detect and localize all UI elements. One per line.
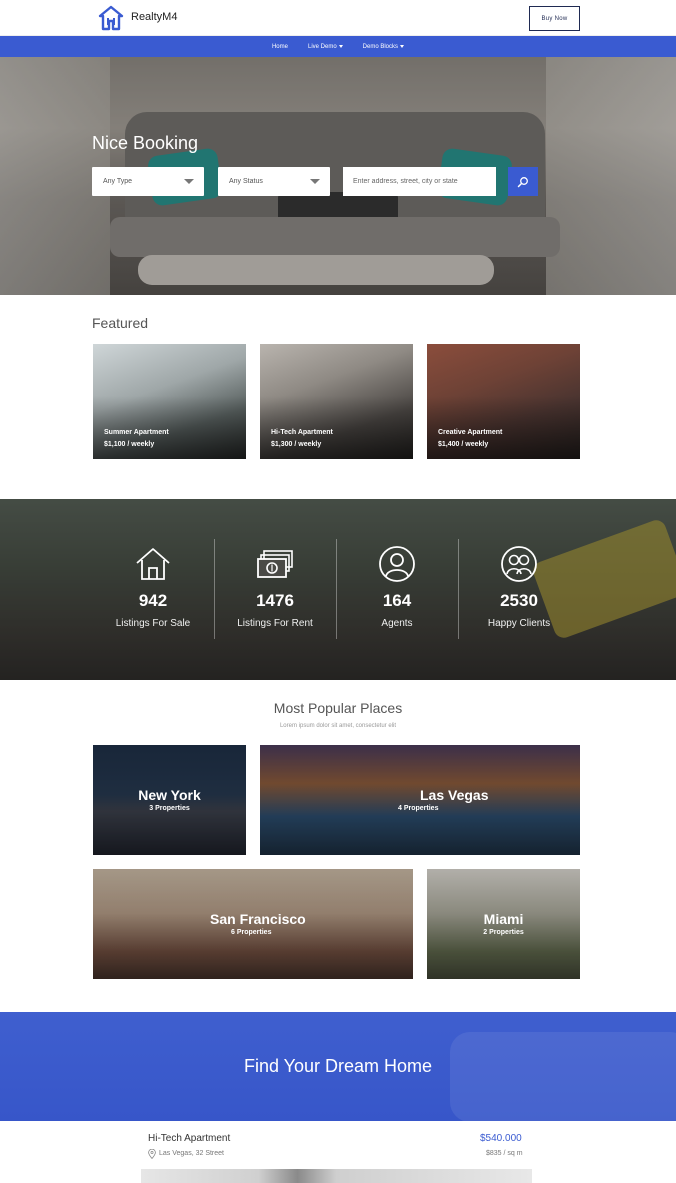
brand-name[interactable]: RealtyM4 [131, 11, 177, 23]
dropdown-arrow-icon [184, 179, 194, 184]
place-las-vegas[interactable]: Las Vegas 4 Properties [260, 745, 580, 855]
agent-icon [379, 546, 415, 582]
nav-item-live-demo[interactable]: Live Demo [308, 44, 343, 50]
nav-item-home[interactable]: Home [272, 44, 288, 50]
place-count: 2 Properties [483, 929, 524, 936]
search-icon [517, 176, 528, 187]
stat-agents: 164 Agents [336, 499, 458, 680]
nav-label: Demo Blocks [362, 43, 399, 50]
card-title: Hi-Tech Apartment [271, 429, 333, 436]
card-price: $1,100 / weekly [104, 441, 155, 448]
place-name: New York [138, 787, 201, 803]
nav-label: Home [271, 43, 288, 50]
status-select-value: Any Status [229, 178, 263, 185]
stats-section: 942 Listings For Sale 1476 Listings For … [0, 499, 676, 680]
card-price: $1,300 / weekly [271, 441, 322, 448]
listing-address: Las Vegas, 32 Street [159, 1150, 224, 1157]
main-nav: Home Live Demo Demo Blocks [0, 36, 676, 57]
stat-label: Listings For Rent [237, 618, 313, 629]
stat-value: 942 [138, 591, 168, 610]
stat-value: 164 [382, 591, 412, 610]
stat-label: Happy Clients [487, 618, 551, 629]
buy-now-button[interactable]: Buy Now [529, 6, 580, 31]
place-miami[interactable]: Miami 2 Properties [427, 869, 580, 979]
place-count: 3 Properties [149, 805, 190, 812]
status-select[interactable]: Any Status [218, 167, 330, 196]
nav-item-demo-blocks[interactable]: Demo Blocks [362, 43, 405, 50]
clients-icon [501, 546, 537, 582]
caret-down-icon [400, 45, 405, 48]
popular-subtitle: Lorem ipsum dolor sit amet, consectetur … [279, 723, 397, 729]
house-logo-icon[interactable] [98, 5, 124, 31]
search-button[interactable] [508, 167, 538, 196]
hero-title: Nice Booking [92, 133, 199, 153]
featured-card-hitech[interactable]: Hi-Tech Apartment $1,300 / weekly [260, 344, 413, 459]
place-name: San Francisco [210, 911, 306, 927]
dream-home-banner: Find Your Dream Home [0, 1012, 676, 1121]
card-price: $1,400 / weekly [438, 441, 489, 448]
money-icon [257, 550, 293, 578]
place-count: 4 Properties [398, 805, 439, 812]
featured-card-creative[interactable]: Creative Apartment $1,400 / weekly [427, 344, 580, 459]
listing-name[interactable]: Hi-Tech Apartment [148, 1133, 230, 1144]
stat-listings-sale: 942 Listings For Sale [92, 499, 214, 680]
listing-unit-price: $835 / sq m [486, 1150, 523, 1157]
caret-down-icon [338, 45, 343, 48]
card-title: Summer Apartment [104, 429, 169, 436]
top-header: RealtyM4 Buy Now [0, 0, 676, 36]
card-title: Creative Apartment [438, 429, 503, 436]
stat-label: Listings For Sale [115, 618, 191, 629]
house-icon [136, 548, 170, 580]
stat-listings-rent: 1476 Listings For Rent [214, 499, 336, 680]
address-search-input[interactable] [343, 167, 496, 196]
type-select[interactable]: Any Type [92, 167, 204, 196]
stat-value: 2530 [500, 591, 538, 610]
stat-value: 1476 [256, 591, 294, 610]
type-select-value: Any Type [103, 178, 133, 185]
stat-label: Agents [381, 618, 413, 629]
nav-label: Live Demo [307, 43, 337, 50]
featured-title: Featured [92, 315, 149, 331]
place-san-francisco[interactable]: San Francisco 6 Properties [93, 869, 413, 979]
listing-price: $540.000 [480, 1133, 522, 1144]
stat-happy-clients: 2530 Happy Clients [458, 499, 580, 680]
place-new-york[interactable]: New York 3 Properties [93, 745, 246, 855]
listing-image[interactable] [141, 1169, 532, 1183]
dropdown-arrow-icon [310, 179, 320, 184]
featured-card-summer[interactable]: Summer Apartment $1,100 / weekly [93, 344, 246, 459]
location-pin-icon [148, 1149, 156, 1159]
place-name: Miami [483, 911, 524, 927]
place-name: Las Vegas [420, 787, 489, 803]
popular-title: Most Popular Places [273, 700, 403, 716]
dream-title: Find Your Dream Home [243, 1056, 433, 1076]
place-count: 6 Properties [231, 929, 272, 936]
